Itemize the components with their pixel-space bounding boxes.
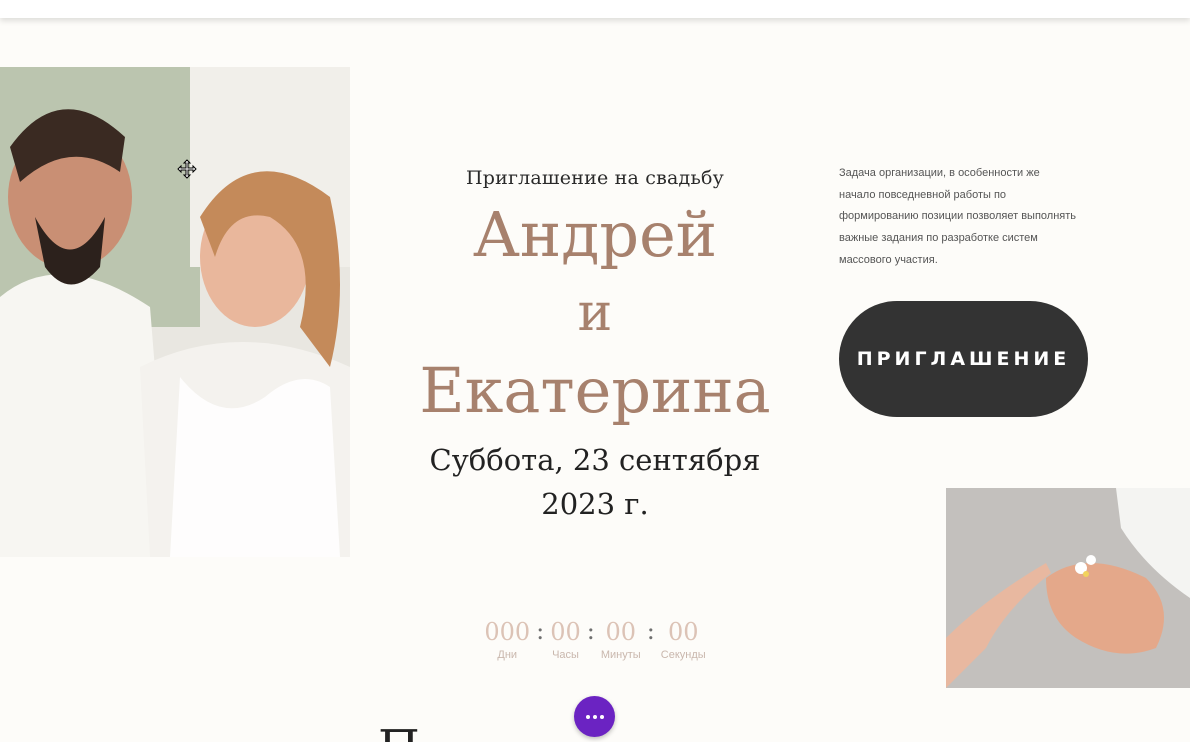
countdown-minutes: 00 Минуты [601,617,641,661]
countdown-hours-label: Часы [552,649,579,661]
hero-text-block: Приглашение на свадьбу Андрей и Екатерин… [395,160,795,526]
countdown-hours-value: 00 [550,618,581,646]
countdown-seconds: 00 Секунды [661,617,706,661]
countdown-days: 000 Дни [484,617,530,661]
countdown-separator: : [586,617,595,645]
name-connector: и [577,283,613,343]
move-cursor-icon [177,159,197,179]
wedding-date-line2: 2023 г. [541,487,649,521]
wedding-date-line1: Суббота, 23 сентября [429,443,761,477]
countdown-hours: 00 Часы [550,617,581,661]
more-dots-icon [592,714,597,719]
more-options-button[interactable] [574,696,615,737]
hands-photo [946,488,1190,688]
countdown-minutes-label: Минуты [600,649,641,661]
countdown-separator: : [536,617,545,645]
invitation-button[interactable]: ПРИГЛАШЕНИЕ [839,301,1088,417]
side-description: Задача организации, в особенности же нач… [839,167,1076,266]
hero-subtitle: Приглашение на свадьбу [465,167,725,189]
hands-photo-illustration [946,488,1190,688]
countdown-separator: : [646,617,655,645]
more-dots-icon [585,714,590,719]
top-navigation-bar [0,0,1190,18]
countdown-timer: 000 Дни : 00 Часы : 00 Минуты : 00 Секун… [462,617,728,667]
wedding-date: Суббота, 23 сентября 2023 г. [395,438,795,526]
more-dots-icon [599,714,604,719]
couple-photo [0,67,350,557]
countdown-days-label: Дни [497,649,518,661]
countdown-days-value: 000 [484,618,531,646]
countdown-minutes-value: 00 [605,618,637,646]
countdown-seconds-label: Секунды [660,649,706,661]
countdown-seconds-value: 00 [667,618,699,646]
groom-name: Андрей [472,198,718,271]
bride-name: Екатерина [419,354,771,427]
next-section-heading: П [378,722,498,742]
couple-photo-illustration [0,67,350,557]
